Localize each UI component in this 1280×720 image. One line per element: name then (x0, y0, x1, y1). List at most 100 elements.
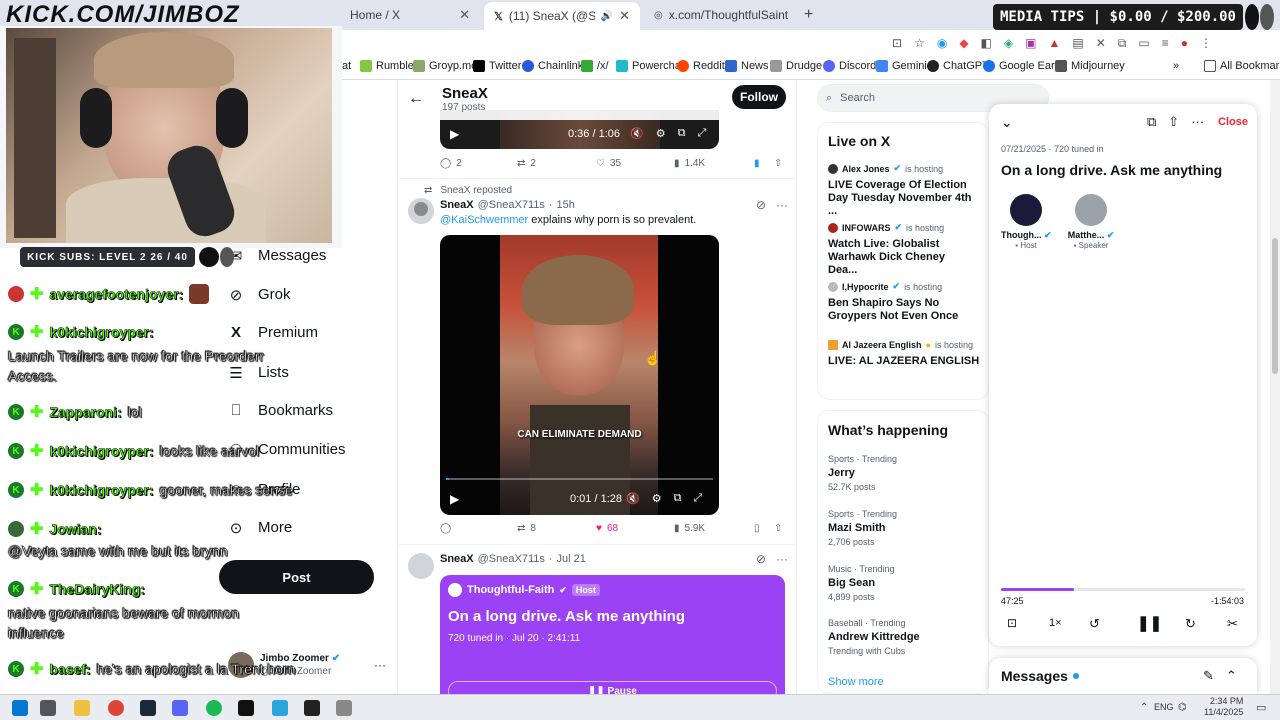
extension-icon[interactable]: ▤ (1072, 36, 1083, 51)
minimize-icon[interactable]: ⧉ (1147, 114, 1156, 130)
follow-button[interactable]: Follow (732, 85, 786, 109)
fullscreen-icon[interactable]: ⤢ (697, 127, 706, 140)
extension-icon[interactable]: ◧ (981, 36, 992, 51)
task-view-icon[interactable] (40, 700, 56, 716)
scrollbar[interactable] (1270, 80, 1280, 694)
video-player[interactable]: CAN ELIMINATE DEMAND ▶ 0:01 / 1:28 🔇 ⚙ ⧉ ⤢ (440, 235, 719, 515)
like-button[interactable]: ♡ 35 (596, 158, 621, 169)
network-icon[interactable]: ⌬ (1178, 702, 1187, 713)
bookmark-item[interactable]: at (342, 60, 351, 72)
install-icon[interactable]: ⊡ (892, 36, 902, 51)
bookmark-item[interactable]: Twitter (473, 60, 521, 72)
views-button[interactable]: ▮ 5.9K (674, 523, 705, 534)
steam-icon[interactable] (140, 700, 156, 716)
bookmark-item[interactable]: Discord (823, 60, 876, 72)
avatar[interactable] (408, 553, 434, 579)
more-dots-icon[interactable]: ··· (1191, 114, 1204, 130)
volume-icon[interactable]: 🔇 (626, 492, 640, 505)
post-age[interactable]: 15h (557, 199, 575, 211)
profile-icon[interactable]: ● (1181, 36, 1188, 51)
spotify-icon[interactable] (206, 700, 222, 716)
tab-sneax[interactable]: 𝕏 (11) SneaX (@SneaX711s) / 🔊 ✕ (484, 2, 640, 30)
rewind-icon[interactable]: ↺ (1089, 616, 1100, 632)
bookmark-button[interactable]: ▮ (754, 158, 760, 169)
nav-bookmarks[interactable]: ⎕ Bookmarks (228, 402, 333, 419)
speed-button[interactable]: 1× (1049, 617, 1062, 629)
bookmark-item[interactable]: /x/ (581, 60, 609, 72)
more-dots-icon[interactable]: ··· (776, 552, 788, 566)
nav-messages[interactable]: ✉ Messages (228, 247, 327, 265)
live-item[interactable]: I,Hypocrite ✔ is hosting Ben Shapiro Says … (828, 281, 973, 323)
avatar[interactable] (408, 198, 434, 224)
more-dots-icon[interactable]: ··· (374, 658, 386, 672)
bookmark-item[interactable]: Google Earth (983, 60, 1064, 72)
bookmark-item[interactable]: News (725, 60, 769, 72)
clock[interactable]: 2:34 PM 11/4/2025 (1204, 696, 1243, 718)
close-space-button[interactable]: Close (1218, 116, 1248, 128)
bookmark-item[interactable]: All Bookmarks (1204, 60, 1280, 72)
notification-icon[interactable]: ▭ (1256, 701, 1266, 714)
tray-arrow-icon[interactable]: ⌃ (1140, 702, 1148, 713)
share-icon[interactable]: ⇧ (1168, 114, 1179, 130)
pip-icon[interactable]: ⧉ (678, 127, 686, 140)
star-icon[interactable]: ☆ (914, 36, 925, 51)
video-progress[interactable] (446, 478, 713, 480)
play-icon[interactable]: ▶ (450, 127, 459, 141)
author-handle[interactable]: @SneaX711s (478, 199, 545, 211)
windows-start-icon[interactable] (12, 700, 28, 716)
more-dots-icon[interactable]: ··· (776, 198, 788, 212)
live-item[interactable]: Al Jazeera English ● is hosting LIVE: AL J… (828, 340, 988, 368)
obs-icon[interactable] (304, 700, 320, 716)
extension-icon[interactable]: ▲ (1048, 36, 1060, 51)
author-name[interactable]: SneaX (440, 553, 474, 565)
bookmark-item[interactable]: Chainlink (522, 60, 583, 72)
sidebar-icon[interactable]: ▭ (1138, 36, 1149, 51)
messages-drawer[interactable]: Messages ✎ ⌃ (989, 658, 1257, 694)
bookmark-item[interactable]: Powerchat (616, 60, 684, 72)
extension-icon[interactable]: ◉ (937, 36, 947, 51)
bookmark-item[interactable]: Rumble (360, 60, 414, 72)
puzzle-icon[interactable]: ⧉ (1118, 36, 1127, 51)
app-icon[interactable] (336, 700, 352, 716)
author-handle[interactable]: @SneaX711s (478, 553, 545, 565)
show-more-link[interactable]: Show more (828, 676, 884, 688)
new-tab-button[interactable]: + (804, 6, 813, 24)
volume-icon[interactable]: 🔇 (630, 127, 644, 140)
shield-icon[interactable]: ◈ (1004, 36, 1013, 51)
expand-up-icon[interactable]: ⌃ (1226, 668, 1237, 684)
discord-icon[interactable] (172, 700, 188, 716)
tab-thoughtfulsaint[interactable]: ◎ x.com/ThoughtfulSaint ✕ (644, 4, 796, 26)
x-extension-icon[interactable]: ✕ (1096, 36, 1106, 51)
more-bookmarks-icon[interactable]: » (1173, 60, 1179, 72)
close-tab-icon[interactable]: ✕ (619, 8, 630, 24)
bookmark-item[interactable]: Gemini (876, 60, 927, 72)
chrome-icon[interactable] (108, 700, 124, 716)
bookmark-item[interactable]: ChatGPT (927, 60, 989, 72)
share-button[interactable]: ⇧ (774, 158, 782, 169)
trend-item[interactable]: Baseball · Trending Andrew Kittredge Trend… (828, 618, 920, 656)
close-tab-icon[interactable]: ✕ (794, 7, 796, 23)
terminal-icon[interactable] (238, 700, 254, 716)
extension-icon[interactable]: ◆ (959, 36, 968, 51)
back-arrow-icon[interactable]: ← (408, 90, 424, 108)
speaker-participant[interactable]: Matthe... ✔ ▪ Speaker (1065, 194, 1117, 250)
repost-button[interactable]: ⇄ 2 (517, 158, 536, 169)
forward-icon[interactable]: ↻ (1185, 616, 1196, 632)
host-participant[interactable]: Though... ✔ ▪ Host (1001, 194, 1052, 250)
live-item[interactable]: INFOWARS ✔ is hosting Watch Live: Globalis… (828, 222, 973, 277)
post-button[interactable]: Post (219, 560, 374, 594)
trend-item[interactable]: Sports · Trending Mazi Smith 2,706 posts (828, 509, 897, 547)
space-progress[interactable] (1001, 588, 1245, 591)
pause-icon[interactable]: ❚❚ (1137, 614, 1162, 632)
fullscreen-icon[interactable]: ⤢ (693, 492, 702, 505)
like-button[interactable]: ♥ 68 (596, 523, 618, 534)
trend-item[interactable]: Music · Trending Big Sean 4,899 posts (828, 564, 895, 602)
bookmark-item[interactable]: Drudge (770, 60, 822, 72)
grok-icon[interactable]: ⊘ (756, 552, 766, 566)
reply-button[interactable]: ◯ (440, 523, 451, 534)
bookmark-item[interactable]: Groyp.me (413, 60, 477, 72)
extension-icon[interactable]: ▣ (1025, 36, 1036, 51)
live-item[interactable]: Alex Jones ✔ is hosting LIVE Coverage Of E… (828, 163, 973, 218)
space-card[interactable]: Thoughtful-Faith ✔ Host On a long drive.… (440, 575, 785, 701)
bookmark-item[interactable]: Midjourney (1055, 60, 1125, 72)
